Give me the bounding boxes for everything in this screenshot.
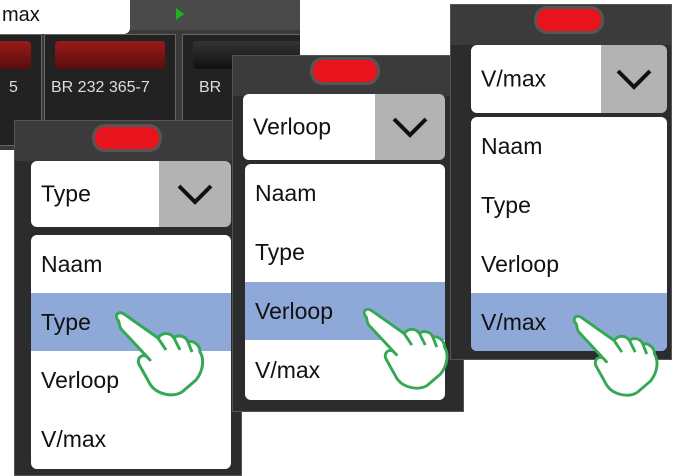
locomotive-caption: BR 232 365-7 bbox=[51, 79, 150, 96]
sort-select-value: V/max bbox=[481, 65, 547, 92]
locomotive-image bbox=[0, 41, 31, 69]
locomotive-caption: 5 bbox=[9, 79, 18, 96]
pointing-hand-icon bbox=[572, 314, 659, 397]
option-naam[interactable]: Naam bbox=[245, 164, 445, 222]
locomotive-image bbox=[55, 41, 165, 69]
background-selector[interactable]: max bbox=[0, 0, 130, 34]
panel-handle[interactable] bbox=[537, 9, 601, 31]
background-selector-value: max bbox=[2, 4, 40, 26]
option-verloop[interactable]: Verloop bbox=[471, 235, 667, 293]
sort-select-value: Type bbox=[41, 180, 91, 207]
pointing-hand-icon bbox=[114, 311, 205, 397]
locomotive-caption: BR bbox=[199, 79, 222, 96]
chevron-down-icon[interactable] bbox=[375, 94, 445, 160]
play-icon[interactable] bbox=[176, 8, 184, 20]
sort-select-value: Verloop bbox=[253, 113, 332, 140]
chevron-down-icon[interactable] bbox=[159, 161, 231, 227]
sort-panel-vmax: V/max Naam Type Verloop V/max bbox=[450, 4, 672, 360]
option-type[interactable]: Type bbox=[245, 222, 445, 282]
sort-select[interactable]: V/max bbox=[471, 45, 601, 113]
option-vmax[interactable]: V/max bbox=[31, 409, 231, 469]
chevron-down-icon[interactable] bbox=[601, 45, 667, 113]
option-naam[interactable]: Naam bbox=[31, 235, 231, 293]
sort-select[interactable]: Type bbox=[31, 161, 159, 227]
pointing-hand-icon bbox=[362, 307, 449, 390]
panel-handle[interactable] bbox=[313, 60, 377, 82]
panel-handle[interactable] bbox=[95, 127, 159, 149]
sort-panel-type: Type Naam Type Verloop V/max bbox=[14, 120, 242, 476]
option-naam[interactable]: Naam bbox=[471, 117, 667, 175]
option-type[interactable]: Type bbox=[471, 175, 667, 235]
sort-select[interactable]: Verloop bbox=[243, 94, 375, 160]
